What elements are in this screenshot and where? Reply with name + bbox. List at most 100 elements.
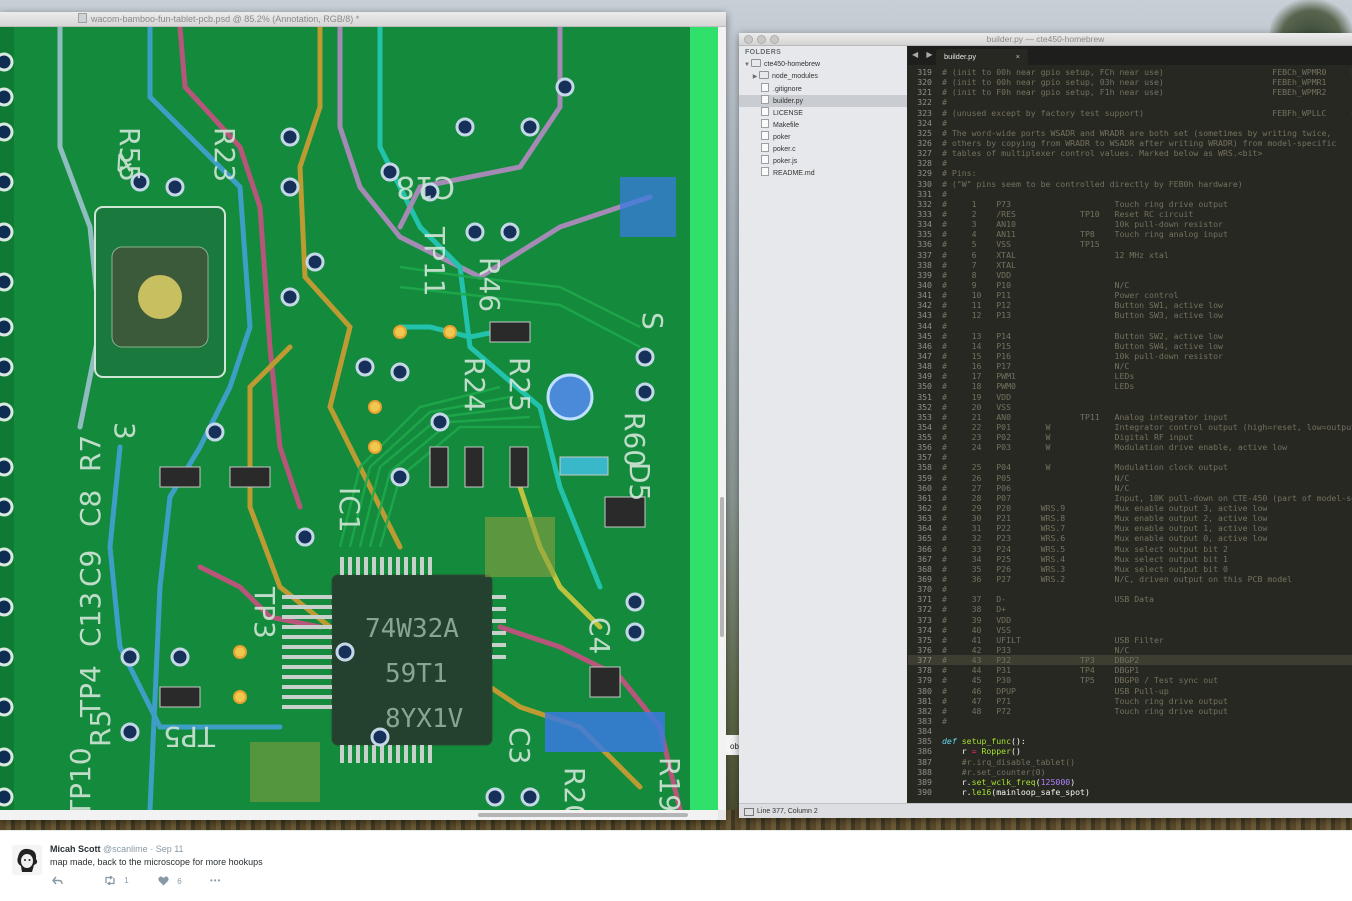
pcb-label-c9: C9 [74,550,107,587]
more-options-icon[interactable]: ••• [210,876,221,885]
like-button[interactable]: 6 [158,876,182,886]
line-number: 366 [917,543,932,554]
code-text: # 18 PWM0 LEDs [942,381,1135,392]
code-text: # 1 P73 Touch ring drive output [942,198,1228,209]
close-tab-icon[interactable]: × [1016,49,1020,65]
line-number: 324 [917,117,932,128]
photoshop-window: wacom-bamboo-fun-tablet-pcb.psd @ 85.2% … [0,12,726,820]
code-text: # 21 AN0 TP11 Analog integrator input [942,411,1228,422]
sidebar-item-poker[interactable]: poker [739,131,907,143]
retweet-count: 1 [124,876,129,885]
line-number: 362 [917,503,932,514]
tweet: Micah Scott @scanlime · Sep 11 map made,… [0,830,1352,901]
code-text: # (unused except by factory test support… [942,107,1352,118]
tab-label: builder.py [944,52,977,61]
reply-button[interactable] [52,876,63,885]
pcb-label-r24: R24 [458,357,491,412]
pcb-image-canvas[interactable]: R55 R23 C18 TP11 R46 R25 R24 S R7 C8 C9 … [0,27,718,810]
code-line: 367 # 34 P25 WRS.4 Mux select output bit … [908,554,1352,564]
pcb-label-r7: R7 [74,435,107,472]
sidebar-item-readme[interactable]: README.md [739,167,907,179]
pcb-label-s: S [636,312,669,330]
pcb-label-tp3: TP3 [248,586,281,639]
sidebar-item-makefile[interactable]: Makefile [739,119,907,131]
tweet-author-handle[interactable]: @scanlime [103,844,148,854]
minimize-window-button[interactable] [757,35,766,44]
code-text: # The word-wide ports WSADR and WRADR ar… [942,127,1332,138]
code-text: # ("W" pins seem to be controlled direct… [942,178,1243,189]
line-number: 379 [917,675,932,686]
code-text: # [942,97,947,108]
avatar[interactable] [12,845,42,875]
line-number: 364 [917,523,932,534]
code-text: # 42 P33 N/C [942,645,1130,656]
sidebar-folder-root[interactable]: ▼ cte450-homebrew [739,59,907,71]
tab-nav-arrows-icon[interactable]: ◀ ▶ [912,50,936,59]
status-bar: Line 377, Column 2 [739,803,1352,818]
pcb-label-d5: D5 [623,462,656,501]
code-line: 346 # 14 P15 Button SW4, active low [908,341,1352,351]
line-number: 380 [917,685,932,696]
close-window-button[interactable] [744,35,753,44]
code-line: 347 # 15 P16 10k pull-down resistor [908,351,1352,361]
code-line: 333 # 2 /RES TP10 Reset RC circuit [908,209,1352,219]
tweet-date[interactable]: · Sep 11 [150,844,183,854]
tweet-header: Micah Scott @scanlime · Sep 11 [50,844,184,854]
file-icon [761,131,769,140]
code-line: 344 # [908,321,1352,331]
code-line: 350 # 18 PWM0 LEDs [908,381,1352,391]
chevron-right-icon[interactable]: ▶ [751,71,759,83]
sidebar-item-gitignore[interactable]: .gitignore [739,83,907,95]
line-number: 328 [917,158,932,169]
pcb-label-r46: R46 [473,257,506,312]
photoshop-horizontal-scrollbar[interactable] [0,810,718,820]
sidebar-item-builder-py[interactable]: builder.py [739,95,907,107]
sidebar-item-poker-c[interactable]: poker.c [739,143,907,155]
file-icon [761,143,769,152]
sublime-title-bar[interactable]: builder.py — cte450-homebrew [739,33,1352,46]
line-number: 358 [917,462,932,473]
scrollbar-thumb[interactable] [720,497,724,637]
status-text: Line 377, Column 2 [757,808,818,815]
code-line: 327 # tables of multiplexer control value… [908,148,1352,158]
code-text: # 26 P05 N/C [942,472,1130,483]
sidebar-item-node-modules[interactable]: ▶ node_modules [739,71,907,83]
code-line: 380 # 46 DPUP USB Pull-up [908,686,1352,696]
line-number: 381 [917,695,932,706]
code-line: 374 # 40 VSS [908,625,1352,635]
photoshop-vertical-scrollbar[interactable] [718,27,726,810]
line-number: 357 [917,452,932,463]
line-number: 352 [917,401,932,412]
pcb-label-r19: R19 [653,757,686,810]
zoom-window-button[interactable] [770,35,779,44]
code-text: # [942,584,947,595]
code-line: 363 # 30 P21 WRS.8 Mux enable output 2, a… [908,513,1352,523]
panel-toggle-icon[interactable] [744,808,754,816]
sidebar-item-poker-js[interactable]: poker.js [739,155,907,167]
tweet-author-name[interactable]: Micah Scott [50,844,101,854]
retweet-button[interactable]: 1 [104,875,129,886]
chevron-down-icon[interactable]: ▼ [743,59,751,71]
code-editor[interactable]: 319 # (init to 00h near gpio setup, FCh n… [908,67,1352,803]
line-number: 346 [917,340,932,351]
line-number: 329 [917,168,932,179]
code-line: 365 # 32 P23 WRS.6 Mux enable output 0, a… [908,533,1352,543]
pcb-label-r23: R23 [208,127,241,182]
line-number: 377 [917,655,932,666]
pcb-label-r5: R5 [84,710,117,747]
sidebar-item-license[interactable]: LICENSE [739,107,907,119]
code-line: 331 # [908,189,1352,199]
photoshop-title-bar[interactable]: wacom-bamboo-fun-tablet-pcb.psd @ 85.2% … [0,12,726,27]
code-text: # 30 P21 WRS.8 Mux enable output 2, acti… [942,513,1268,524]
line-number: 336 [917,239,932,250]
code-line: 385 def setup_func(): [917,736,1026,747]
code-text: # [942,716,947,726]
tab-builder-py[interactable]: builder.py × [936,49,1028,65]
code-line: 337 # 6 XTAL 12 MHz xtal [908,250,1352,260]
line-number: 322 [917,97,932,108]
scrollbar-thumb[interactable] [478,813,688,817]
line-number: 375 [917,634,932,645]
line-number: 325 [917,127,932,138]
code-line: 336 # 5 VSS TP15 [908,239,1352,249]
code-line: 383 # [908,716,1352,726]
